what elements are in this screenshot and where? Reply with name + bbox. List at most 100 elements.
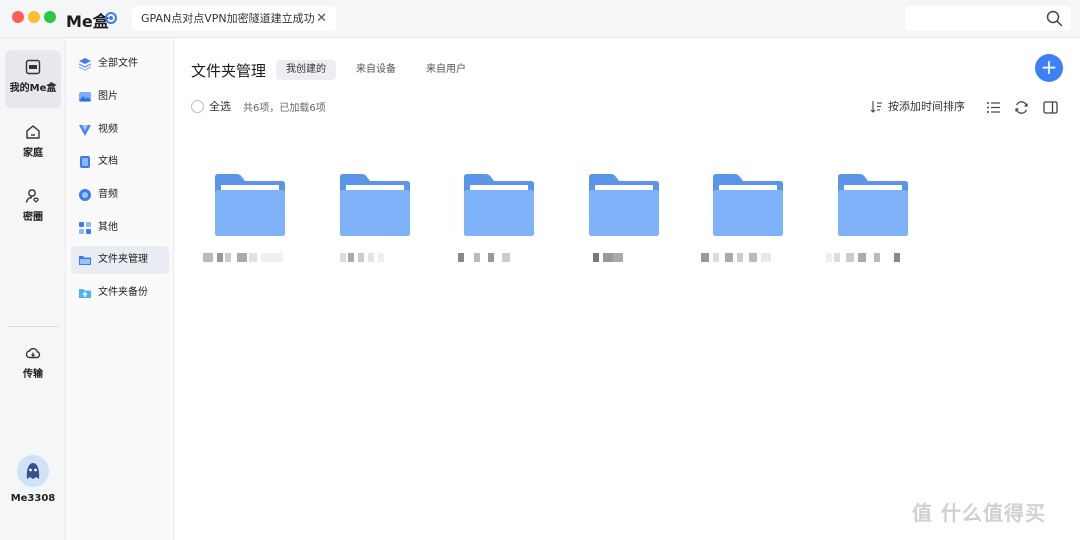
sidebar-item-videos[interactable]: 视频 (71, 116, 169, 144)
redacted-text-block (502, 253, 510, 262)
folder-item[interactable] (711, 173, 785, 237)
redacted-text-block (488, 253, 494, 262)
select-all-checkbox[interactable] (191, 100, 204, 113)
rail-item-my-mebox[interactable]: 我的Me盒 (5, 50, 61, 108)
tab-created-by-me[interactable]: 我创建的 (276, 60, 336, 80)
redacted-text-block (833, 253, 840, 262)
add-folder-button[interactable]: + (1035, 54, 1063, 82)
other-icon (79, 222, 91, 234)
sort-button[interactable]: 按添加时间排序 (888, 98, 965, 114)
primary-nav-rail: 我的Me盒 家庭 密圈 传输 Me3308 (0, 38, 66, 540)
redacted-text-block (377, 253, 384, 262)
search-icon[interactable] (1046, 10, 1063, 27)
connection-status-icon (105, 12, 117, 24)
redacted-text-block (825, 253, 832, 262)
redacted-text-block (737, 253, 743, 262)
transfer-icon (25, 348, 41, 359)
redacted-text-block (701, 253, 709, 262)
sidebar-item-label: 文件夹管理 (98, 254, 148, 265)
redacted-text-block (592, 253, 599, 262)
folder-item[interactable] (213, 173, 287, 237)
redacted-text-block (261, 253, 283, 262)
page-title: 文件夹管理 (191, 62, 267, 80)
rail-item-home[interactable]: 家庭 (5, 115, 61, 173)
redacted-text-block (225, 253, 231, 262)
folder-icon (837, 174, 908, 236)
redacted-text-block (857, 253, 866, 262)
redacted-text-block (339, 253, 346, 262)
refresh-icon[interactable] (1014, 100, 1029, 115)
tab-from-users[interactable]: 来自用户 (416, 60, 476, 80)
redacted-text-block (602, 253, 613, 262)
minimize-window-button[interactable] (28, 11, 40, 23)
image-icon (79, 92, 91, 102)
search-input[interactable] (905, 6, 1071, 31)
vpn-status-tab[interactable]: GPAN点对点VPN加密隧道建立成功 ✕ (132, 6, 336, 31)
sidebar-item-label: 文档 (98, 156, 118, 167)
sidebar-item-images[interactable]: 图片 (71, 83, 169, 111)
rail-item-private-circle[interactable]: 密圈 (5, 179, 61, 237)
rail-item-transfer[interactable]: 传输 (5, 336, 61, 394)
redacted-text-block (367, 253, 374, 262)
folder-item[interactable] (836, 173, 910, 237)
private-circle-icon (25, 189, 39, 203)
redacted-text-block (458, 253, 464, 262)
detail-panel-icon[interactable] (1043, 100, 1058, 115)
plus-icon: + (1040, 55, 1058, 79)
folder-name-redacted (825, 253, 920, 263)
redacted-text-block (749, 253, 757, 262)
folder-icon (713, 174, 783, 236)
select-all-label[interactable]: 全选 (209, 98, 231, 114)
sidebar-item-documents[interactable]: 文档 (71, 148, 169, 176)
folder-backup-icon (79, 289, 91, 298)
close-icon[interactable]: ✕ (316, 6, 327, 31)
folder-name-redacted (328, 253, 422, 263)
avatar-icon (26, 463, 40, 479)
redacted-text-block (203, 253, 213, 262)
sidebar-item-audio[interactable]: 音频 (71, 181, 169, 209)
sidebar-item-other[interactable]: 其他 (71, 214, 169, 242)
folder-icon (588, 174, 659, 236)
sidebar-item-label: 视频 (98, 124, 118, 135)
list-view-icon[interactable] (986, 100, 1001, 115)
redacted-text-block (217, 253, 223, 262)
category-sidebar: 全部文件 图片 视频 文档 音频 其他 文件夹管理 文件夹备份 (66, 38, 174, 540)
home-icon (26, 125, 40, 139)
folder-icon (464, 174, 534, 236)
rail-item-label: 传输 (23, 369, 43, 380)
folder-item[interactable] (587, 173, 661, 237)
sidebar-item-all-files[interactable]: 全部文件 (71, 50, 169, 78)
folder-name-redacted (452, 253, 546, 263)
close-window-button[interactable] (12, 11, 24, 23)
folder-icon (215, 174, 285, 236)
folder-item[interactable] (338, 173, 412, 237)
audio-icon (79, 189, 91, 201)
sidebar-item-folder-backup[interactable]: 文件夹备份 (71, 279, 169, 307)
title-bar: Me盒 GPAN点对点VPN加密隧道建立成功 ✕ (0, 0, 1080, 38)
watermark-logo: 值 什么值得买 (912, 501, 1046, 525)
item-count: 共6项，已加载6项 (243, 103, 326, 114)
sidebar-item-label: 音频 (98, 189, 118, 200)
avatar[interactable] (17, 455, 49, 487)
maximize-window-button[interactable] (44, 11, 56, 23)
tab-from-devices[interactable]: 来自设备 (346, 60, 406, 80)
document-icon (80, 156, 90, 168)
all-files-icon (78, 58, 92, 71)
user-name: Me3308 (10, 493, 56, 504)
sidebar-item-label: 其他 (98, 222, 118, 233)
sidebar-item-label: 图片 (98, 91, 118, 102)
sort-icon[interactable] (870, 100, 882, 113)
redacted-text-block (713, 253, 719, 262)
redacted-text-block (237, 253, 247, 262)
folder-item[interactable] (462, 173, 536, 237)
rail-item-label: 我的Me盒 (9, 83, 57, 94)
redacted-text-block (725, 253, 733, 262)
redacted-text-block (873, 253, 880, 262)
main-content: 文件夹管理 我创建的 来自设备 来自用户 + 全选 共6项，已加载6项 按添加时… (174, 38, 1080, 540)
redacted-text-block (612, 253, 623, 262)
video-icon (79, 125, 91, 136)
sidebar-item-folder-manage[interactable]: 文件夹管理 (71, 246, 169, 274)
redacted-text-block (893, 253, 900, 262)
me-box-icon (25, 59, 41, 75)
folder-name-redacted (577, 253, 671, 263)
